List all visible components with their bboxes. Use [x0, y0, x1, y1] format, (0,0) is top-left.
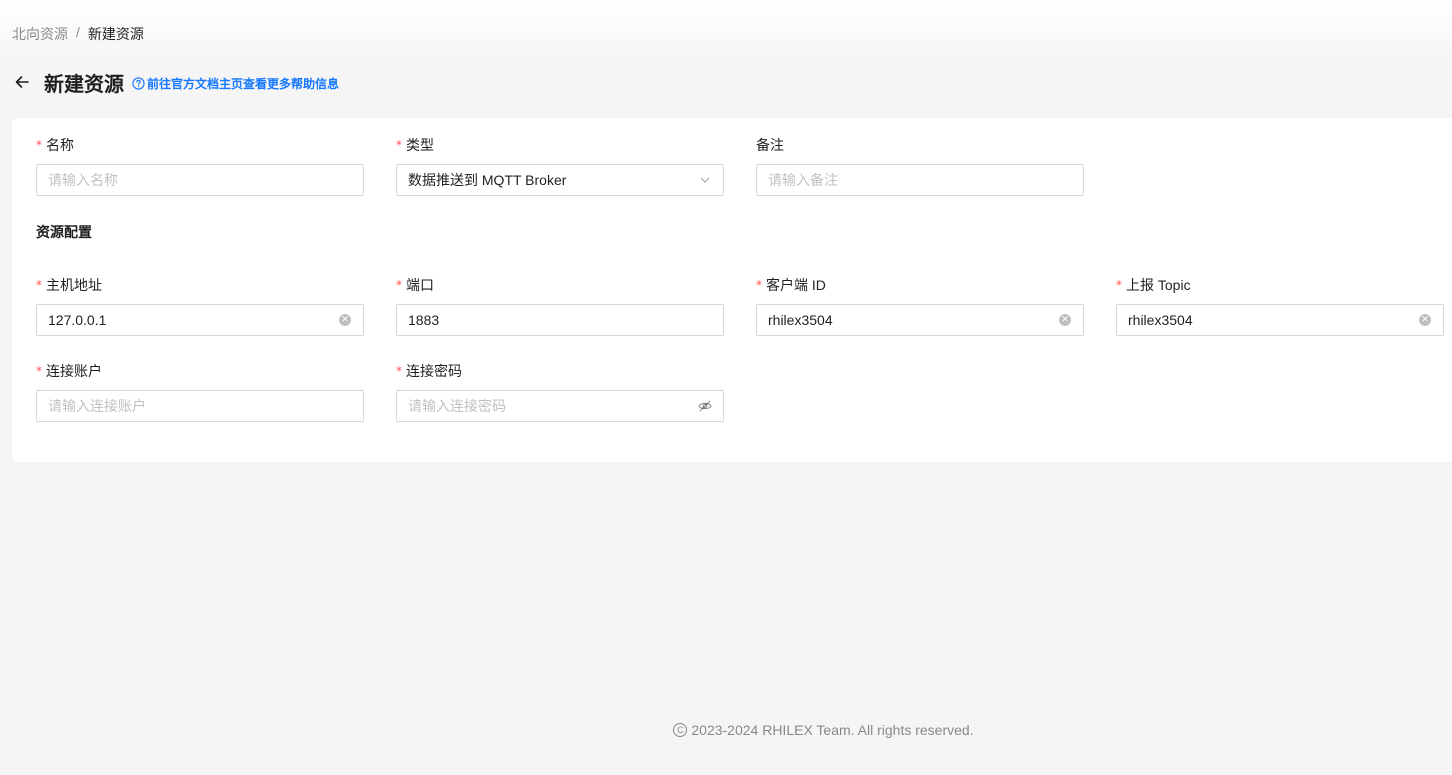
clear-icon[interactable]: ✕: [1059, 314, 1071, 326]
copyright-icon: C: [673, 723, 688, 737]
host-input[interactable]: [48, 312, 334, 328]
client-id-field: * 客户端 ID ✕: [756, 274, 1084, 336]
remark-input[interactable]: [768, 172, 1072, 188]
username-label: 连接账户: [46, 363, 102, 379]
name-label: 名称: [46, 137, 74, 153]
host-label: 主机地址: [46, 277, 102, 293]
required-mark: *: [396, 138, 402, 152]
footer: C 2023-2024 RHILEX Team. All rights rese…: [0, 722, 1452, 738]
required-mark: *: [36, 138, 42, 152]
password-label: 连接密码: [406, 363, 462, 379]
type-field: * 类型 数据推送到 MQTT Broker: [396, 134, 724, 196]
topic-input[interactable]: [1128, 312, 1414, 328]
clear-icon[interactable]: ✕: [1419, 314, 1431, 326]
host-field: * 主机地址 ✕: [36, 274, 364, 336]
username-input[interactable]: [48, 398, 352, 414]
breadcrumb-item-current: 新建资源: [87, 26, 144, 42]
topic-label: 上报 Topic: [1126, 277, 1191, 293]
question-circle-icon: [132, 77, 145, 90]
page-title: 新建资源: [44, 73, 124, 96]
name-input[interactable]: [48, 172, 352, 188]
clear-icon[interactable]: ✕: [339, 314, 351, 326]
port-input[interactable]: [408, 312, 712, 328]
page-header: 新建资源 前往官方文档主页查看更多帮助信息: [12, 66, 339, 98]
resource-form-card: * 名称 * 类型 数据推送到 MQTT Broker 备注 资源配置: [12, 118, 1452, 462]
type-select-value: 数据推送到 MQTT Broker: [408, 172, 567, 188]
password-field: * 连接密码: [396, 360, 724, 422]
port-label: 端口: [406, 277, 434, 293]
help-docs-link[interactable]: 前往官方文档主页查看更多帮助信息: [132, 75, 339, 92]
back-arrow-icon[interactable]: [12, 72, 32, 92]
name-field: * 名称: [36, 134, 364, 196]
topic-field: * 上报 Topic ✕: [1116, 274, 1444, 336]
type-label: 类型: [406, 137, 434, 153]
help-link-text: 前往官方文档主页查看更多帮助信息: [147, 77, 340, 91]
breadcrumb-item-northbound-resources[interactable]: 北向资源: [12, 24, 68, 44]
breadcrumb-separator: /: [76, 24, 80, 40]
remark-label: 备注: [756, 137, 784, 153]
required-mark: *: [36, 278, 42, 292]
required-mark: *: [36, 364, 42, 378]
footer-text: 2023-2024 RHILEX Team. All rights reserv…: [691, 722, 974, 738]
resource-config-section-title: 资源配置: [36, 224, 92, 240]
username-field: * 连接账户: [36, 360, 364, 422]
client-id-input[interactable]: [768, 312, 1054, 328]
eye-invisible-icon[interactable]: [698, 399, 712, 413]
required-mark: *: [396, 278, 402, 292]
port-field: * 端口: [396, 274, 724, 336]
required-mark: *: [1116, 278, 1122, 292]
required-mark: *: [396, 364, 402, 378]
breadcrumb: 北向资源 / 新建资源: [0, 0, 1452, 64]
password-input[interactable]: [408, 398, 694, 414]
required-mark: *: [756, 278, 762, 292]
chevron-down-icon: [698, 173, 712, 187]
client-id-label: 客户端 ID: [766, 277, 826, 293]
remark-field: 备注: [756, 134, 1084, 196]
type-select[interactable]: 数据推送到 MQTT Broker: [396, 164, 724, 196]
